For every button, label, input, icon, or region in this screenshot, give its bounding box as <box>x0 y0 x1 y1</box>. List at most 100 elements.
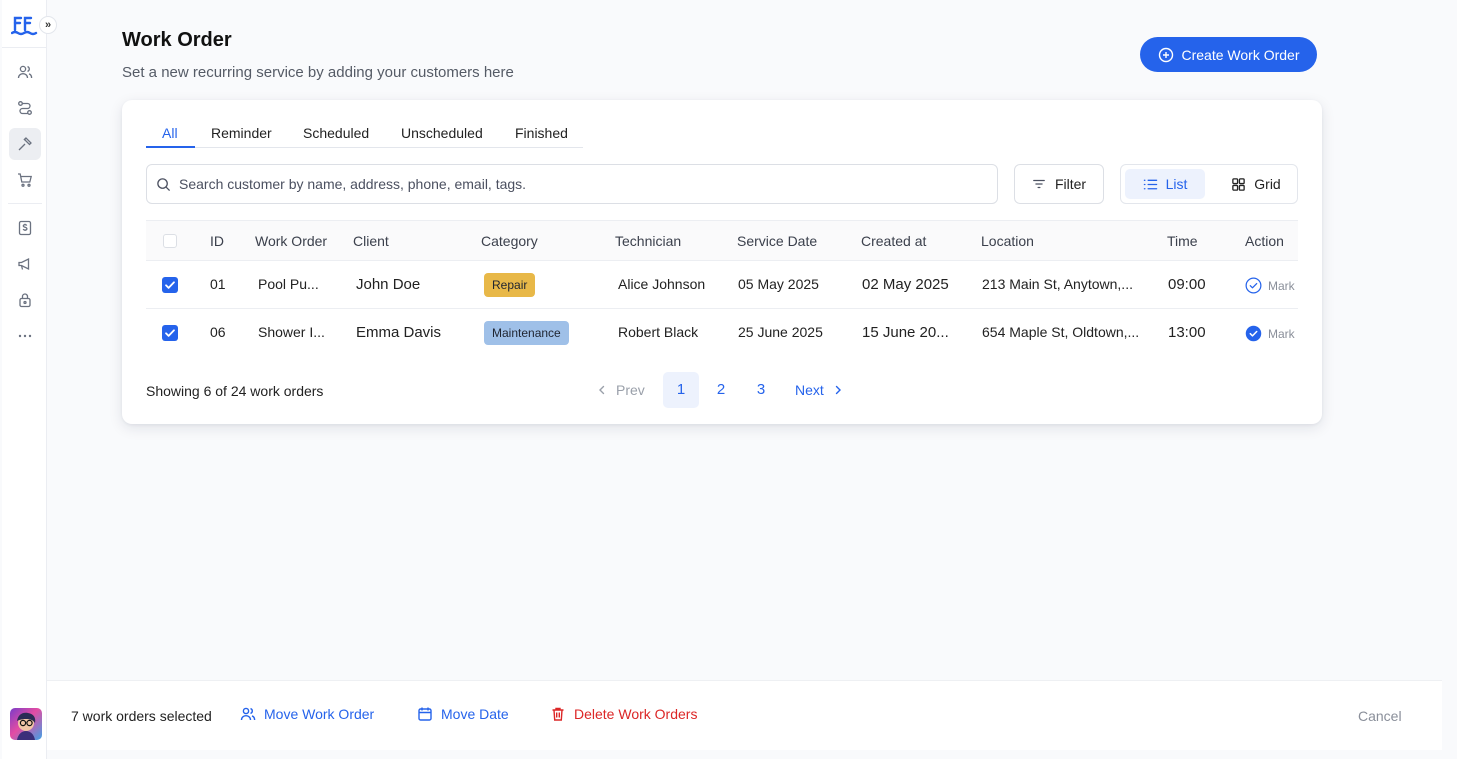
column-header-work-order[interactable]: Work Order <box>255 233 327 249</box>
page-button-2[interactable]: 2 <box>703 372 739 408</box>
filter-label: Filter <box>1054 176 1087 192</box>
next-page-button[interactable]: Next <box>795 382 844 398</box>
cell-location: 213 Main St, Anytown,... <box>982 276 1133 292</box>
check-icon <box>165 281 175 289</box>
tab-unscheduled[interactable]: Unscheduled <box>401 125 483 141</box>
move-work-order-button[interactable]: Move Work Order <box>240 706 374 722</box>
work-order-table: ID Work Order Client Category Technician… <box>146 220 1298 345</box>
filter-button[interactable]: Filter <box>1014 164 1104 204</box>
move-date-button[interactable]: Move Date <box>417 706 509 722</box>
active-tab-indicator <box>146 146 195 148</box>
cell-client: Emma Davis <box>356 324 442 341</box>
grid-view-button[interactable]: Grid <box>1221 169 1291 199</box>
search-box <box>146 164 998 204</box>
sidebar-item-more[interactable] <box>9 320 41 352</box>
cell-client: John Doe <box>356 276 421 293</box>
column-header-technician[interactable]: Technician <box>615 233 681 249</box>
cell-created-at: 15 June 20... <box>862 324 949 341</box>
list-view-label: List <box>1165 176 1188 192</box>
cell-work-order: Pool Pu... <box>258 276 319 292</box>
column-header-location[interactable]: Location <box>981 233 1034 249</box>
cell-id: 01 <box>210 276 226 292</box>
column-header-time[interactable]: Time <box>1167 233 1198 249</box>
column-header-client[interactable]: Client <box>353 233 389 249</box>
sidebar-item-security[interactable] <box>9 284 41 316</box>
cell-id: 06 <box>210 324 226 340</box>
app-logo-icon[interactable] <box>10 12 39 36</box>
cart-icon <box>18 173 33 187</box>
category-badge: Maintenance <box>484 321 569 345</box>
next-label: Next <box>795 382 824 398</box>
select-all-checkbox[interactable] <box>163 234 177 248</box>
list-icon <box>1143 179 1157 189</box>
tab-all[interactable]: All <box>162 125 178 141</box>
check-circle-outline-icon <box>1245 277 1262 294</box>
sidebar: » <box>2 0 57 759</box>
check-icon <box>165 329 175 337</box>
column-header-action: Action <box>1245 233 1284 249</box>
tab-scheduled[interactable]: Scheduled <box>303 125 369 141</box>
grid-view-label: Grid <box>1254 176 1281 192</box>
cell-time: 09:00 <box>1168 276 1206 293</box>
row-checkbox[interactable] <box>162 325 178 341</box>
selected-count: 7 work orders selected <box>71 708 212 724</box>
page-subtitle: Set a new recurring service by adding yo… <box>122 64 514 81</box>
chevron-left-icon <box>599 385 605 395</box>
tab-finished[interactable]: Finished <box>515 125 568 141</box>
column-header-id[interactable]: ID <box>210 233 224 249</box>
column-header-category[interactable]: Category <box>481 233 538 249</box>
mark-complete-button[interactable]: Mark <box>1245 325 1295 342</box>
mark-label: Mark <box>1268 278 1295 293</box>
trash-icon <box>552 707 564 721</box>
mark-label: Mark <box>1268 326 1295 341</box>
calendar-icon <box>418 707 432 721</box>
category-badge: Repair <box>484 273 536 297</box>
page-button-3[interactable]: 3 <box>743 372 779 408</box>
prev-page-button[interactable]: Prev <box>596 382 645 398</box>
sidebar-divider <box>2 47 47 48</box>
more-icon <box>18 334 32 338</box>
cell-time: 13:00 <box>1168 324 1206 341</box>
tab-reminder[interactable]: Reminder <box>211 125 272 141</box>
users-icon <box>240 707 256 721</box>
user-avatar[interactable] <box>10 708 42 740</box>
create-work-order-button[interactable]: Create Work Order <box>1140 37 1317 72</box>
search-input[interactable] <box>147 165 997 203</box>
work-order-card: All Reminder Scheduled Unscheduled Finis… <box>122 100 1322 424</box>
cancel-button[interactable]: Cancel <box>1358 708 1402 724</box>
expand-sidebar-button[interactable]: » <box>39 16 57 34</box>
delete-work-orders-button[interactable]: Delete Work Orders <box>550 706 697 722</box>
status-tabs: All Reminder Scheduled Unscheduled Finis… <box>146 121 583 148</box>
cell-location: 654 Maple St, Oldtown,... <box>982 324 1140 340</box>
table-header: ID Work Order Client Category Technician… <box>146 220 1298 261</box>
sidebar-item-routes[interactable] <box>9 92 41 124</box>
pagination: Prev 1 2 3 Next <box>596 372 856 408</box>
lock-icon <box>19 293 31 308</box>
check-circle-filled-icon <box>1245 325 1262 342</box>
cell-service-date: 25 June 2025 <box>738 324 823 340</box>
sidebar-item-marketing[interactable] <box>9 248 41 280</box>
users-icon <box>17 65 33 79</box>
column-header-service-date[interactable]: Service Date <box>737 233 817 249</box>
page-title: Work Order <box>122 29 232 51</box>
move-work-order-label: Move Work Order <box>264 706 375 722</box>
table-row[interactable]: 01 Pool Pu... John Doe Repair Alice John… <box>146 261 1298 309</box>
grid-icon <box>1232 177 1246 191</box>
bulk-action-bar: 7 work orders selected Move Work Order M… <box>47 680 1442 750</box>
page-button-1[interactable]: 1 <box>663 372 699 408</box>
mark-complete-button[interactable]: Mark <box>1245 277 1295 294</box>
sidebar-item-customers[interactable] <box>9 56 41 88</box>
sidebar-item-work-orders[interactable] <box>9 128 41 160</box>
sidebar-item-shop[interactable] <box>9 164 41 196</box>
row-checkbox[interactable] <box>162 277 178 293</box>
sidebar-item-invoices[interactable] <box>9 212 41 244</box>
list-view-button[interactable]: List <box>1125 169 1205 199</box>
tools-icon <box>18 137 32 151</box>
table-row[interactable]: 06 Shower I... Emma Davis Maintenance Ro… <box>146 309 1298 357</box>
sidebar-divider <box>8 203 42 204</box>
create-work-order-label: Create Work Order <box>1181 46 1300 63</box>
prev-label: Prev <box>616 382 645 398</box>
invoice-icon <box>18 220 32 236</box>
column-header-created-at[interactable]: Created at <box>861 233 926 249</box>
view-toggle: List Grid <box>1120 164 1298 204</box>
